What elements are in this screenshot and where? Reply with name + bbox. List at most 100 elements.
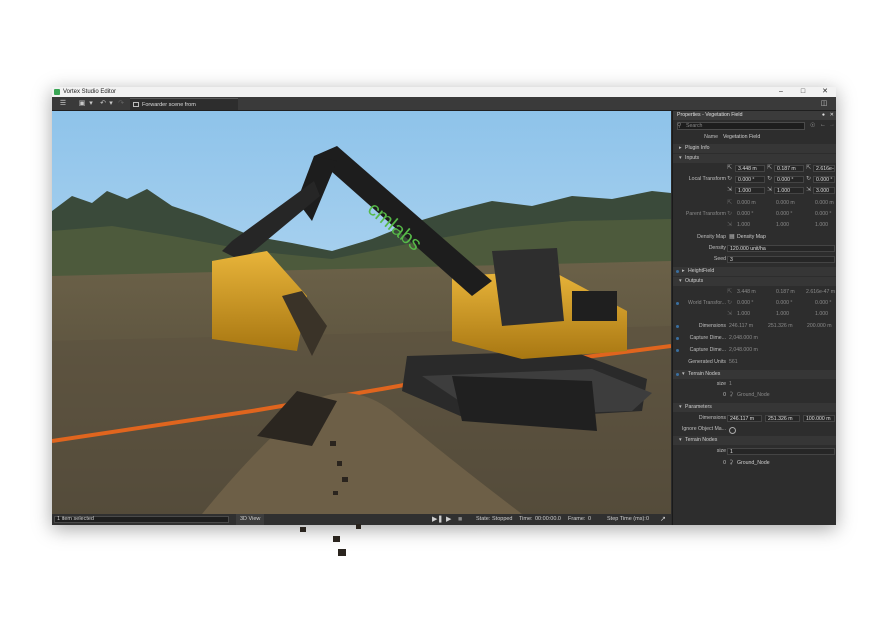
translate-icon: ⇱ (767, 164, 772, 173)
properties-panel: Properties - Vegetation Field ● ✕ Search… (672, 111, 836, 525)
local-s-y[interactable]: 1.000 (774, 187, 804, 194)
translate-icon: ⇱ (727, 288, 732, 297)
world-r-y: 0.000 ° (776, 299, 793, 308)
seed-field[interactable]: 3 (727, 256, 835, 263)
local-r-y[interactable]: 0.000 ° (774, 176, 804, 183)
node-param-row: 0 ⚳ Ground_Node (673, 459, 836, 468)
status-bar: 1 item selected 3D View ▶❚ ▶ ■ State: St… (52, 514, 671, 525)
panel-close-icon[interactable]: ✕ (830, 111, 834, 120)
node-out-row: 0 ⚳ Ground_Node (673, 391, 836, 400)
local-t-x[interactable]: 3.448 m (735, 165, 765, 172)
rotate-icon: ↻ (727, 175, 732, 184)
step-icon[interactable]: ▶❚ (432, 514, 443, 525)
section-label: Terrain Nodes (688, 370, 720, 379)
generated-units-row: Generated Units 561 (673, 358, 836, 367)
density-map-value[interactable]: Density Map (737, 233, 766, 242)
size-label: size (671, 380, 726, 389)
state-value: Stopped (492, 514, 513, 525)
parent-t-z: 0.000 m (815, 199, 834, 208)
translate-icon: ⇱ (806, 164, 811, 173)
world-scale-row: ⇲ 1.000 1.000 1.000 (673, 310, 836, 319)
node-out-index: 0 (671, 391, 726, 400)
world-rotation-row: World Transfor... ↻ 0.000 ° 0.000 ° 0.00… (673, 299, 836, 308)
size-label: size (671, 447, 726, 456)
document-tab[interactable]: Forwarder scene from scratch.vxscene* (130, 98, 238, 110)
parent-t-y: 0.000 m (776, 199, 795, 208)
parent-s-z: 1.000 (815, 221, 828, 230)
section-inputs[interactable]: ▾ Inputs (673, 154, 836, 163)
local-t-y[interactable]: 0.187 m (774, 165, 804, 172)
collapse-icon: ▾ (682, 370, 685, 379)
local-t-z[interactable]: 2.616e-47 m (813, 165, 835, 172)
undo-icon[interactable]: ↶ (98, 99, 108, 108)
view-tab[interactable]: 3D View (236, 514, 264, 525)
local-transform-label: Local Transform (671, 175, 726, 184)
node-out-value: Ground_Node (737, 391, 770, 400)
stop-icon[interactable]: ■ (458, 514, 462, 525)
section-parameters[interactable]: ▾ Parameters (673, 403, 836, 412)
local-s-x[interactable]: 1.000 (735, 187, 765, 194)
local-r-x[interactable]: 0.000 ° (735, 176, 765, 183)
dimensions-param-y[interactable]: 251.326 m (765, 415, 800, 422)
parent-s-y: 1.000 (776, 221, 789, 230)
graph-icon[interactable]: ↗ (660, 514, 666, 525)
section-heightfield[interactable]: ▸ HeightField (673, 267, 836, 276)
collapse-icon: ▾ (679, 436, 682, 445)
size-param-field[interactable]: 1 (727, 448, 835, 455)
hamburger-menu-icon[interactable]: ☰ (57, 99, 69, 108)
dimensions-param-z[interactable]: 100.000 m (803, 415, 835, 422)
density-map-row: Density Map ▦ Density Map (673, 233, 836, 242)
local-r-z[interactable]: 0.000 ° (813, 176, 835, 183)
capture-dim1-value: 2,048.000 m (729, 334, 758, 343)
section-label: Parameters (685, 403, 712, 412)
scene-file-icon (133, 102, 139, 107)
section-outputs[interactable]: ▾ Outputs (673, 277, 836, 286)
search-input[interactable]: Search (677, 122, 805, 130)
parent-rotation-row: Parent Transform ↻ 0.000 ° 0.000 ° 0.000… (673, 210, 836, 219)
scale-icon: ⇲ (727, 186, 732, 195)
minimize-icon[interactable]: – (770, 87, 792, 97)
ignore-object-toggle[interactable] (729, 427, 736, 434)
app-window: Vortex Studio Editor – □ ✕ ☰ ▣ ▾ ↶ ▾ ↷ F… (52, 87, 836, 525)
density-field[interactable]: 120.000 unit/ha (727, 245, 835, 252)
title-bar: Vortex Studio Editor – □ ✕ (52, 87, 836, 97)
density-label: Density (671, 244, 726, 253)
maximize-icon[interactable]: □ (792, 87, 814, 97)
3d-viewport[interactable]: cmlabs (52, 111, 671, 514)
redo-icon[interactable]: ↷ (116, 99, 126, 108)
collapse-icon: ▾ (679, 277, 682, 286)
section-terrain-nodes-param[interactable]: ▾ Terrain Nodes (673, 436, 836, 445)
dimensions-param-x[interactable]: 246.117 m (727, 415, 762, 422)
parent-r-z: 0.000 ° (815, 210, 832, 219)
back-icon[interactable]: ← (820, 122, 826, 128)
undo-dropdown-icon[interactable]: ▾ (108, 99, 114, 108)
collapse-icon: ▾ (679, 154, 682, 163)
save-icon[interactable]: ▣ (76, 99, 88, 108)
scale-icon: ⇲ (727, 221, 732, 230)
rotate-icon: ↻ (727, 210, 732, 219)
local-s-z[interactable]: 3.000 (813, 187, 835, 194)
lock-icon[interactable]: ☉ (810, 122, 815, 129)
parent-translation-row: ⇱ 0.000 m 0.000 m 0.000 m (673, 199, 836, 208)
pin-icon[interactable]: ● (822, 111, 825, 120)
capture-dim1-label: Capture Dime... (671, 334, 726, 343)
name-label: Name (663, 133, 718, 142)
node-param-index: 0 (671, 459, 726, 468)
section-label: Outputs (685, 277, 703, 286)
world-r-x: 0.000 ° (737, 299, 754, 308)
section-plugin-info[interactable]: ▸ Plugin Info (673, 144, 836, 153)
layout-toggle-icon[interactable]: ◫ (818, 99, 830, 108)
ignore-object-row: Ignore Object Ma... (673, 425, 836, 434)
expand-icon: ▸ (682, 267, 685, 276)
section-terrain-nodes-out[interactable]: ▾ Terrain Nodes (673, 370, 836, 379)
node-param-value[interactable]: Ground_Node (737, 459, 770, 468)
play-icon[interactable]: ▶ (446, 514, 451, 525)
forward-icon[interactable]: → (829, 122, 835, 128)
steptime-value: 0 (646, 514, 649, 525)
name-value[interactable]: Vegetation Field (723, 133, 760, 142)
scene-render: cmlabs (52, 111, 671, 514)
dimensions-out-row: Dimensions 246.117 m 251.326 m 200.000 m (673, 322, 836, 331)
save-dropdown-icon[interactable]: ▾ (88, 99, 94, 108)
close-icon[interactable]: ✕ (814, 87, 836, 97)
panel-title: Properties - Vegetation Field ● ✕ (673, 111, 836, 120)
